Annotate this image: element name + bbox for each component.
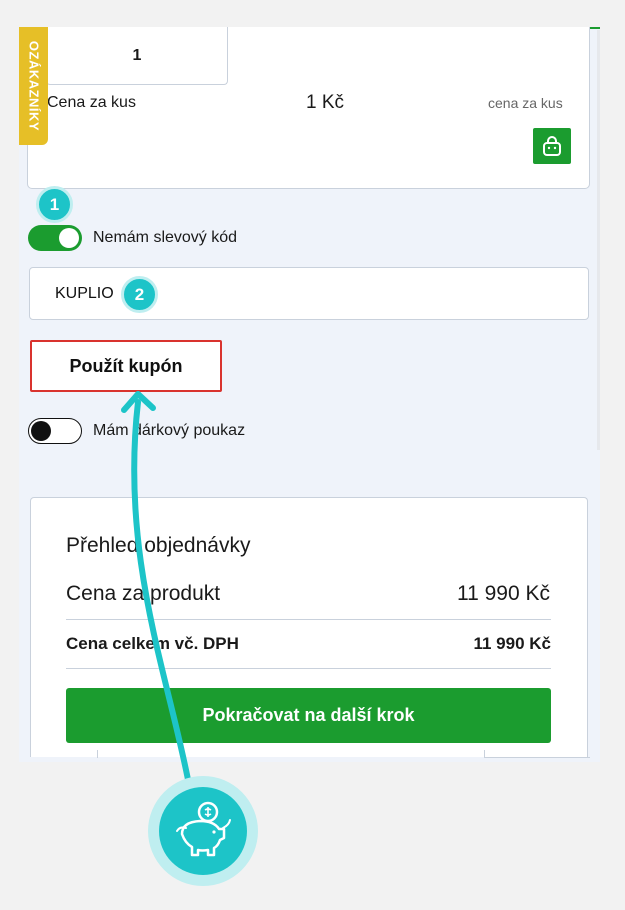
continue-button[interactable]: Pokračovat na další krok — [66, 688, 551, 743]
no-discount-label: Nemám slevový kód — [93, 229, 238, 246]
panel-scroll-edge — [597, 30, 600, 450]
order-summary-title: Přehled objednávky — [66, 534, 251, 557]
coupon-input[interactable] — [29, 267, 589, 320]
side-tab-label: OZÁKAZNÍKY — [26, 40, 41, 132]
add-to-cart-button[interactable] — [533, 128, 571, 164]
toggle-knob — [59, 228, 79, 248]
unit-price-hint: cena za kus — [488, 95, 563, 111]
no-discount-toggle[interactable] — [28, 225, 82, 251]
step-1-badge: 1 — [36, 186, 73, 223]
unit-price-label: Cena za kus — [47, 94, 136, 111]
shopping-bag-icon — [543, 136, 561, 156]
toggle-knob — [31, 421, 51, 441]
hidden-field-edge — [97, 750, 98, 758]
step-2-badge: 2 — [121, 276, 158, 313]
divider — [66, 619, 551, 620]
hidden-field-edge — [484, 750, 590, 758]
divider — [66, 668, 551, 669]
gift-voucher-toggle[interactable] — [28, 418, 82, 444]
piggy-bank-badge — [148, 776, 258, 886]
product-price-label: Cena za produkt — [66, 582, 221, 605]
total-price-label: Cena celkem vč. DPH — [66, 634, 239, 653]
piggy-bank-icon — [176, 801, 231, 857]
gift-voucher-label: Mám dárkový poukaz — [93, 422, 246, 439]
side-tab[interactable]: OZÁKAZNÍKY — [19, 27, 48, 145]
apply-coupon-button[interactable]: Použít kupón — [30, 340, 222, 392]
quantity-input[interactable]: 1 — [46, 27, 228, 85]
product-price-value: 11 990 Kč — [456, 582, 550, 605]
total-price-value: 11 990 Kč — [473, 634, 551, 653]
unit-price-value: 1 Kč — [306, 92, 345, 113]
